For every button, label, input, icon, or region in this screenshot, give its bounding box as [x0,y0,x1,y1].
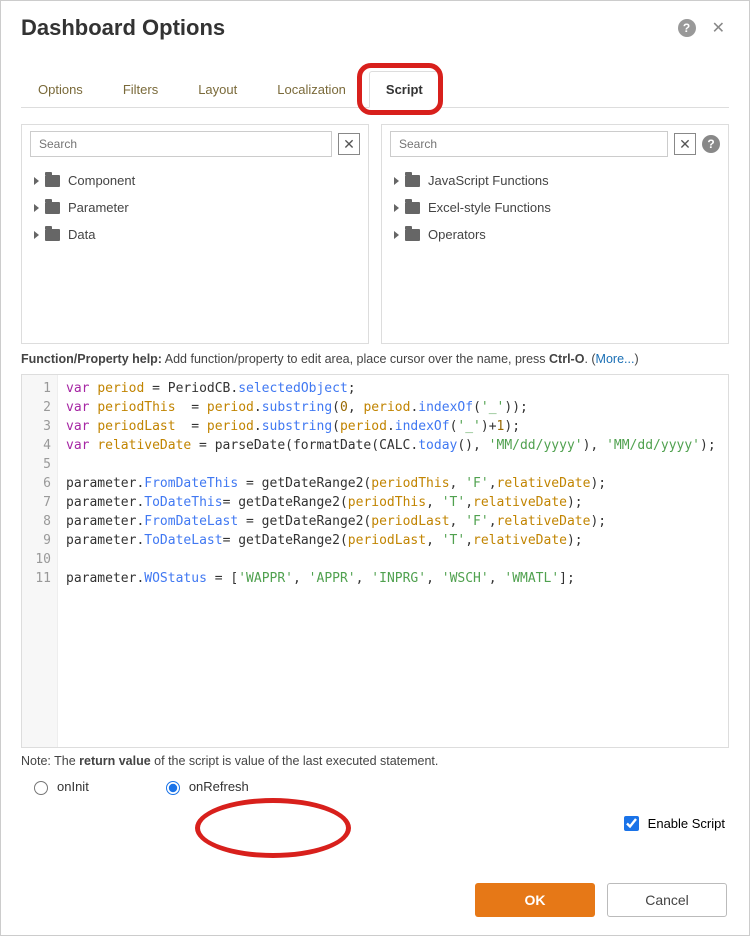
radio-oninit-input[interactable] [34,781,48,795]
right-panel: ✕ ? JavaScript Functions Excel-style Fun… [381,124,729,344]
tree-item-parameter[interactable]: Parameter [32,194,358,221]
tree-item-excel-functions[interactable]: Excel-style Functions [392,194,718,221]
radio-onrefresh-input[interactable] [166,781,180,795]
tree-label: Excel-style Functions [428,200,551,215]
caret-icon [34,231,39,239]
tab-options[interactable]: Options [21,71,100,107]
radio-label: onInit [57,779,89,794]
radio-label: onRefresh [189,779,249,794]
folder-icon [45,202,60,214]
script-editor[interactable]: 1234567891011 var period = PeriodCB.sele… [21,374,729,748]
radio-oninit[interactable]: onInit [29,778,89,795]
left-panel: ✕ Component Parameter Data [21,124,369,344]
tab-layout[interactable]: Layout [181,71,254,107]
function-help-text: Function/Property help: Add function/pro… [1,344,749,370]
caret-icon [34,204,39,212]
clear-search-icon[interactable]: ✕ [338,133,360,155]
dialog-title: Dashboard Options [21,15,678,41]
tree-item-data[interactable]: Data [32,221,358,248]
close-icon[interactable]: ✕ [708,18,729,38]
tab-bar: Options Filters Layout Localization Scri… [21,71,729,108]
caret-icon [394,231,399,239]
tab-script[interactable]: Script [369,71,440,108]
ok-button[interactable]: OK [475,883,595,917]
folder-icon [45,229,60,241]
caret-icon [394,204,399,212]
right-search-input[interactable] [390,131,668,157]
dashboard-options-dialog: Dashboard Options ? ✕ Options Filters La… [0,0,750,936]
enable-script-label: Enable Script [648,816,725,831]
cancel-button[interactable]: Cancel [607,883,727,917]
tree-label: Component [68,173,135,188]
tree-item-operators[interactable]: Operators [392,221,718,248]
more-link[interactable]: More... [596,352,635,366]
editor-gutter: 1234567891011 [22,375,58,747]
folder-icon [405,229,420,241]
left-search-input[interactable] [30,131,332,157]
caret-icon [394,177,399,185]
return-value-note: Note: The return value of the script is … [1,748,749,774]
help-icon[interactable]: ? [678,19,696,37]
caret-icon [34,177,39,185]
tree-label: JavaScript Functions [428,173,549,188]
tree-item-component[interactable]: Component [32,167,358,194]
folder-icon [405,175,420,187]
clear-search-icon[interactable]: ✕ [674,133,696,155]
tree-item-js-functions[interactable]: JavaScript Functions [392,167,718,194]
help-icon[interactable]: ? [702,135,720,153]
script-trigger-radios: onInit onRefresh [1,774,749,799]
folder-icon [45,175,60,187]
tree-label: Data [68,227,95,242]
tab-filters[interactable]: Filters [106,71,175,107]
radio-onrefresh[interactable]: onRefresh [161,778,249,795]
tree-label: Parameter [68,200,129,215]
editor-code[interactable]: var period = PeriodCB.selectedObject;var… [58,375,724,747]
dialog-header: Dashboard Options ? ✕ [1,1,749,51]
tree-label: Operators [428,227,486,242]
folder-icon [405,202,420,214]
tab-localization[interactable]: Localization [260,71,363,107]
enable-script-checkbox[interactable] [624,816,639,831]
